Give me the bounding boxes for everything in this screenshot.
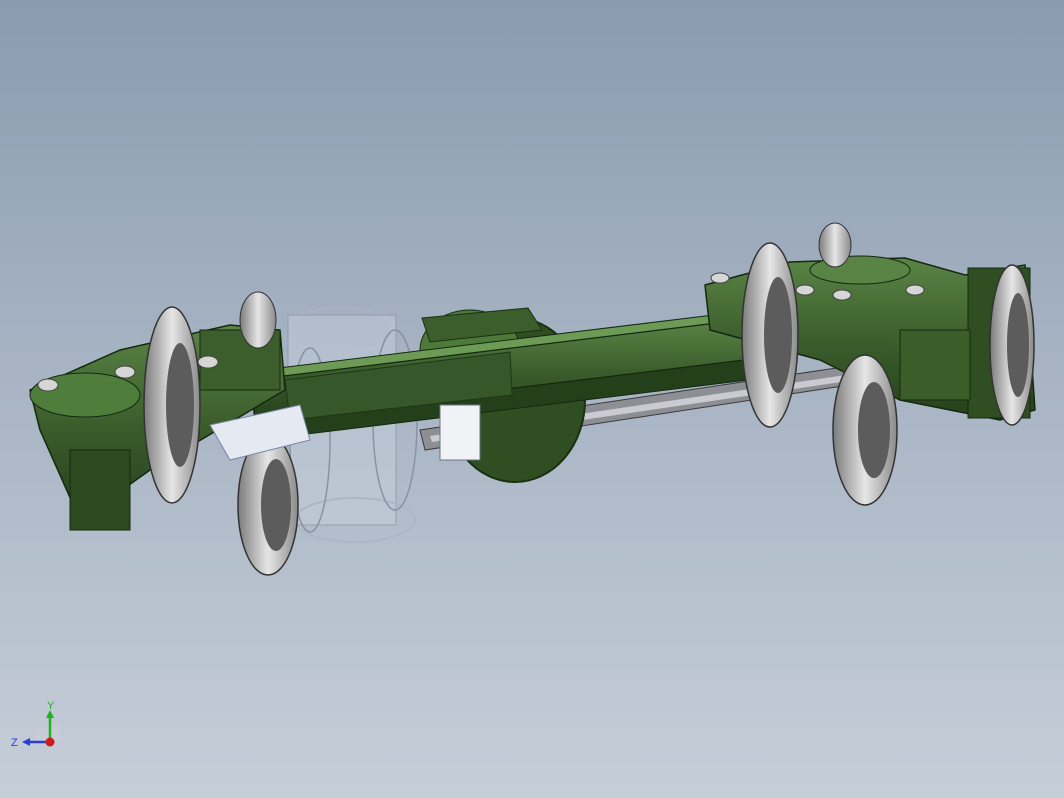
right-rear-wheel bbox=[832, 354, 898, 506]
x-axis-dot bbox=[45, 737, 55, 747]
bogie-assembly-model[interactable] bbox=[0, 0, 1064, 798]
right-front-wheel bbox=[741, 242, 799, 428]
z-axis-label: Z bbox=[11, 737, 18, 749]
graphics-viewport[interactable]: Y Z bbox=[0, 0, 1064, 798]
right-end-wheel bbox=[989, 264, 1035, 426]
y-axis-label: Y bbox=[47, 700, 55, 712]
left-front-wheel bbox=[143, 306, 201, 504]
view-orientation-triad: Y Z bbox=[11, 700, 60, 749]
right-back-wheel bbox=[818, 222, 852, 268]
left-back-wheel bbox=[239, 291, 277, 349]
z-axis-arrow bbox=[22, 738, 30, 746]
